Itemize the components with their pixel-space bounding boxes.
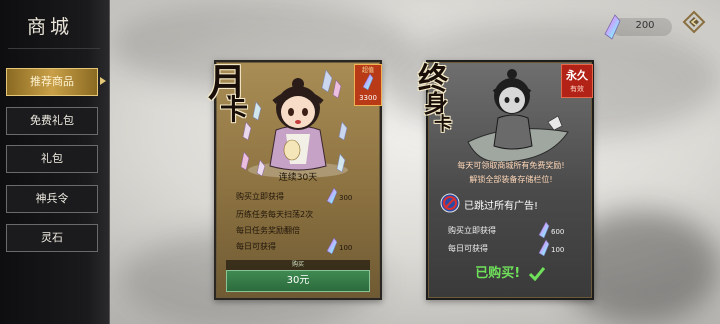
purchased-text: 已购买!	[475, 266, 521, 281]
month-card-title-bottom: 卡	[220, 93, 249, 126]
divider	[8, 48, 100, 49]
back-diamond-icon[interactable]	[682, 10, 706, 34]
sidebar-item-recommended[interactable]: 推荐商品	[6, 68, 98, 96]
reward-text: 购买立即获得	[448, 226, 496, 235]
active-indicator-arrow	[100, 77, 106, 85]
month-card: 月 卡 超值 3300 连续30天 购买立即获得 300 历练任务每天扫荡2次 …	[208, 60, 382, 300]
spirit-stone-icon	[604, 14, 621, 40]
reward-text: 购买立即获得	[236, 192, 284, 201]
month-card-reward-row: 每日可获得 100	[226, 237, 372, 255]
spirit-stone-icon	[326, 237, 338, 255]
spirit-stone-icon	[538, 221, 550, 239]
ad-skip-row: 已跳过所有广告!	[438, 192, 588, 214]
sidebar-item-free-gifts[interactable]: 免费礼包	[6, 107, 98, 135]
month-card-reward-row: 购买立即获得 300	[226, 187, 372, 205]
reward-value: 300	[339, 194, 353, 202]
value-tag-amount: 3300	[359, 94, 377, 102]
spirit-stone-icon	[538, 239, 550, 257]
checkmark-icon	[528, 266, 545, 281]
reward-text: 每日可获得	[236, 242, 276, 251]
reward-value: 100	[551, 246, 565, 254]
lifetime-card-desc-2: 解锁全部装备存储栏位!	[469, 175, 553, 184]
permanent-tag-title: 永久	[566, 69, 588, 82]
permanent-tag: 永久 有效	[561, 64, 593, 98]
reward-value: 600	[551, 228, 565, 236]
no-ads-icon	[440, 193, 460, 213]
buy-month-card-button[interactable]: 30元	[226, 270, 370, 292]
lifetime-card-desc-1: 每天可领取商城所有免费奖励!	[457, 161, 565, 170]
permanent-tag-subtitle: 有效	[570, 85, 584, 93]
sidebar-item-spirit-stone[interactable]: 灵石	[6, 224, 98, 252]
spirit-stone-icon	[326, 187, 338, 205]
currency-value: 200	[635, 20, 655, 31]
sidebar-item-divine-pass[interactable]: 神兵令	[6, 185, 98, 213]
lifetime-card-reward-row: 每日可获得 100	[438, 239, 584, 257]
shop-title: 商城	[26, 16, 73, 38]
reward-value: 100	[339, 244, 353, 252]
reward-text: 历练任务每天扫荡2次	[236, 210, 314, 219]
buy-label: 购买	[226, 260, 370, 270]
month-card-reward-row: 每日任务奖励翻倍	[226, 222, 372, 238]
spirit-stone-icon	[362, 73, 374, 91]
lifetime-card: 终 身 卡 永久 有效 每天可领取商城所有免费奖励! 解锁全部装备存储栏位! 已…	[418, 60, 594, 300]
reward-text: 每日可获得	[448, 244, 488, 253]
lifetime-card-title-bottom: 卡	[434, 114, 452, 135]
month-card-reward-row: 历练任务每天扫荡2次	[226, 206, 372, 222]
ad-skip-text: 已跳过所有广告!	[464, 201, 539, 212]
purchased-status: 已购买!	[428, 262, 592, 281]
lifetime-card-reward-row: 购买立即获得 600	[438, 221, 584, 239]
sidebar-item-gifts[interactable]: 礼包	[6, 145, 98, 173]
reward-text: 每日任务奖励翻倍	[236, 226, 300, 235]
month-card-duration: 连续30天	[278, 173, 318, 183]
shop-sidebar: 商城 推荐商品 免费礼包 礼包 神兵令 灵石	[0, 0, 110, 324]
month-card-value-tag: 超值 3300	[354, 64, 382, 106]
